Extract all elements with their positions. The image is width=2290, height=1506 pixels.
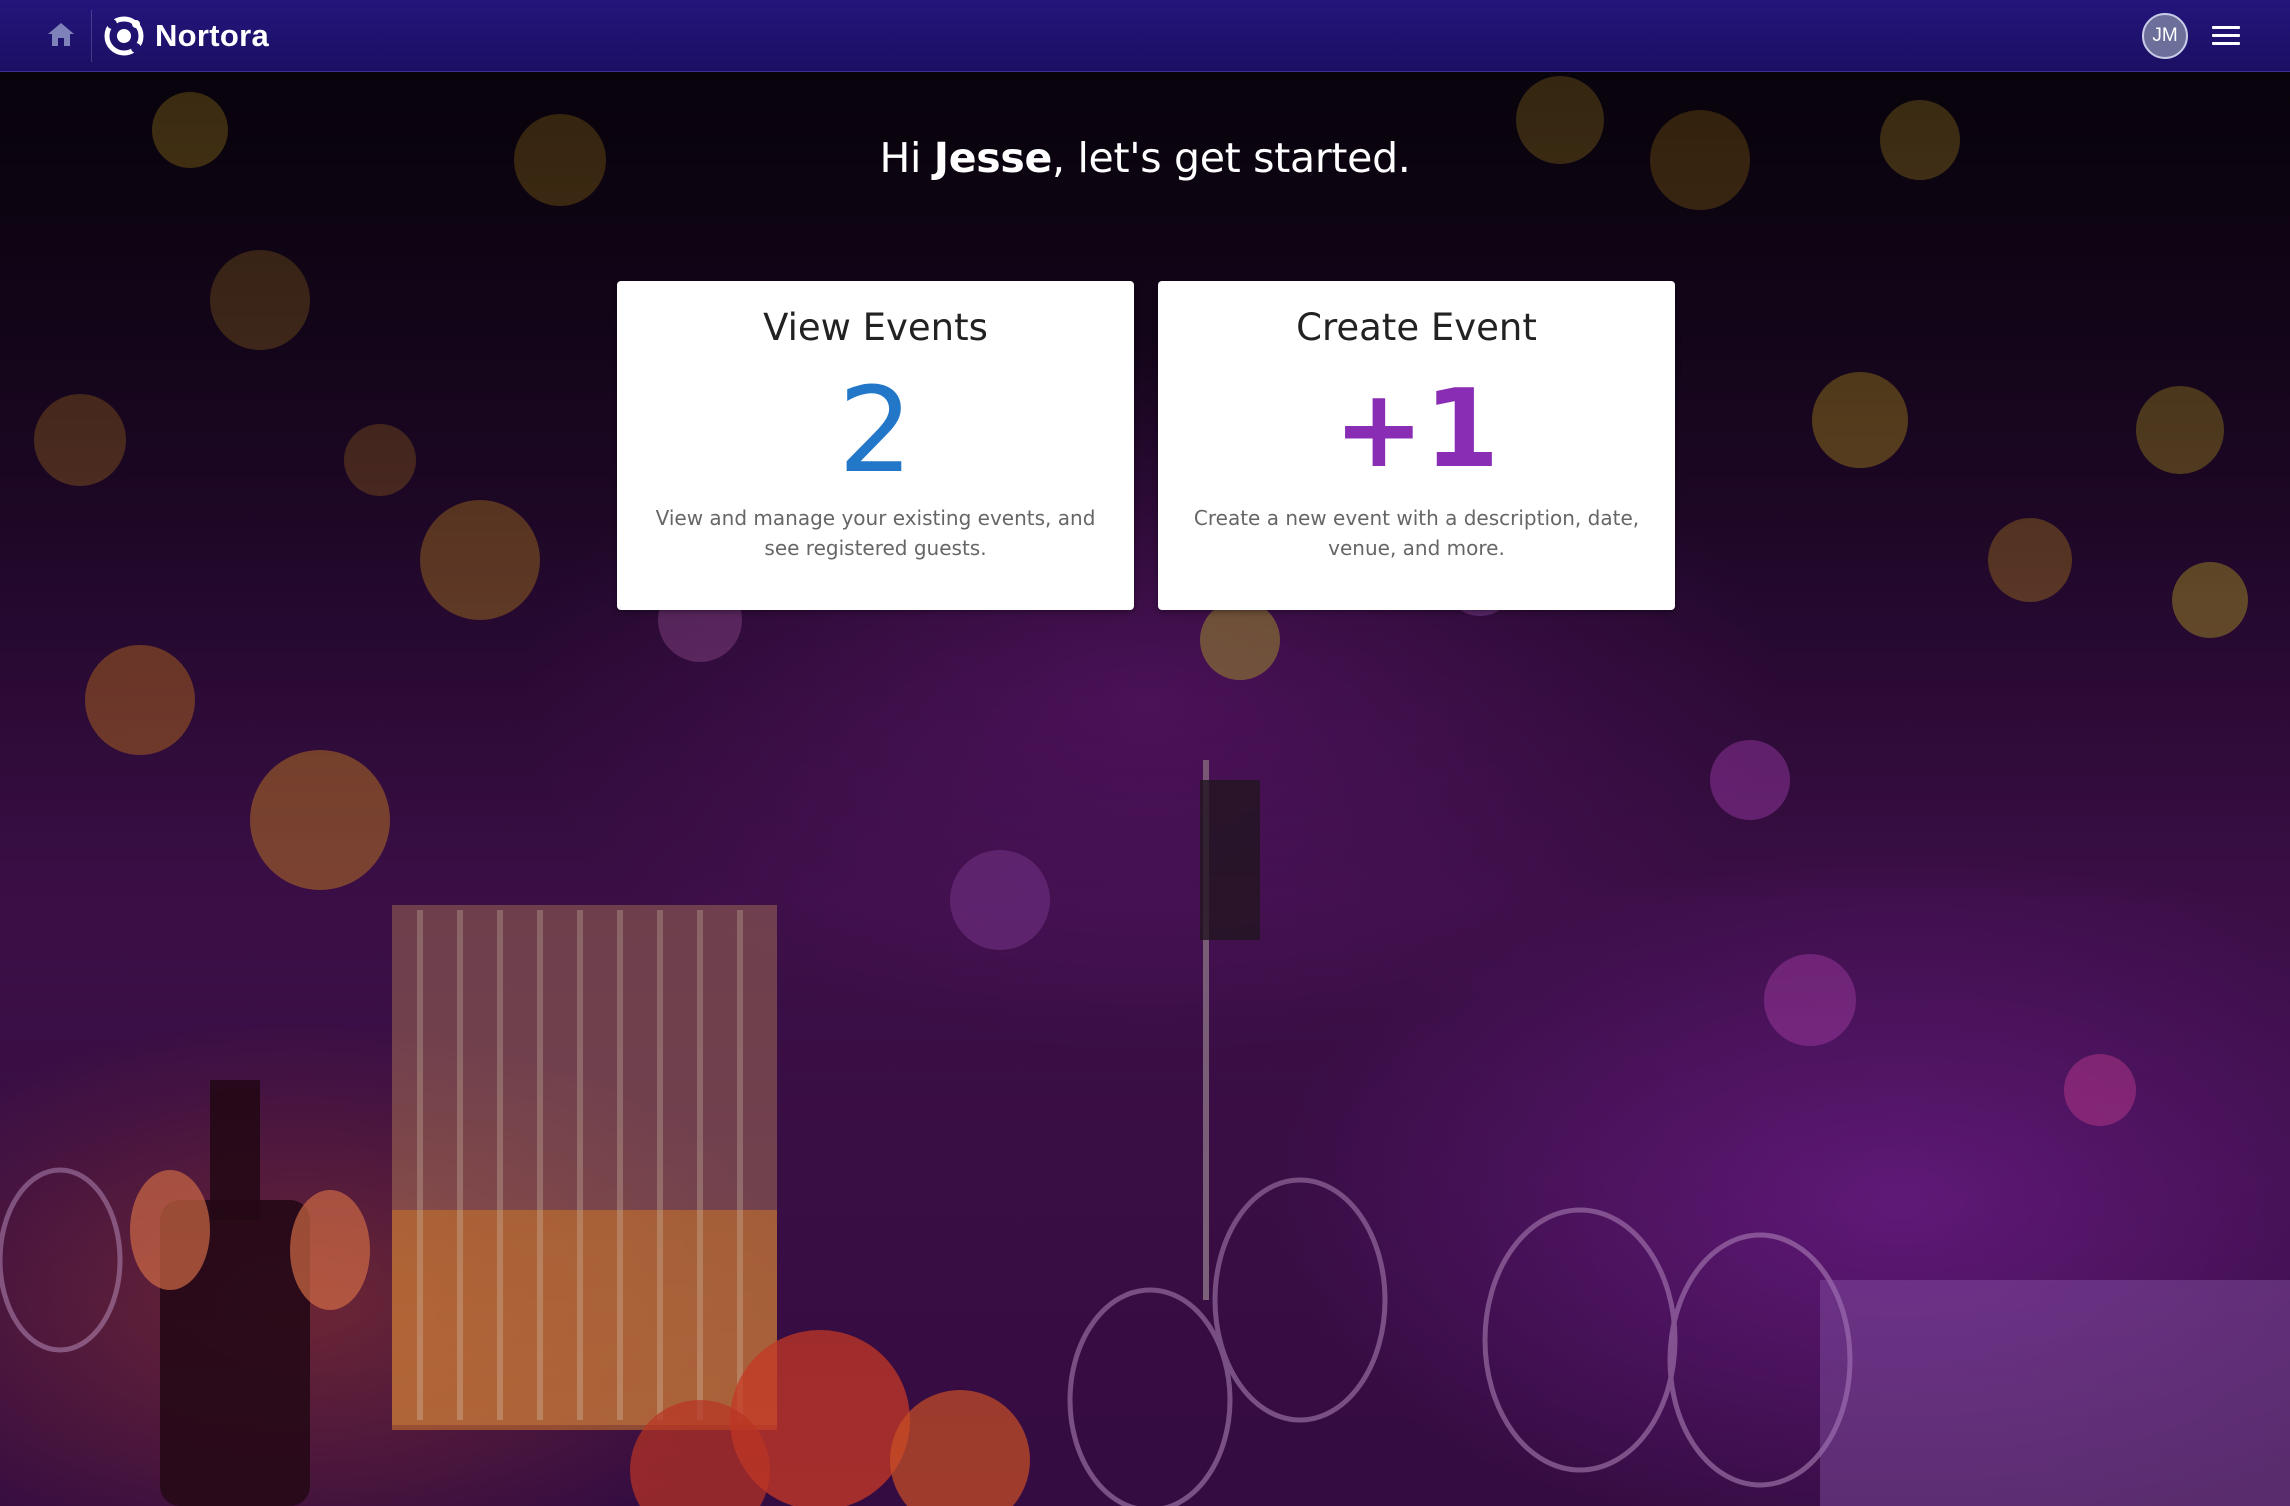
greeting-heading: Hi Jesse, let's get started.	[0, 134, 2290, 182]
navbar-right: JM	[2142, 12, 2242, 59]
greeting-suffix: , let's get started.	[1051, 134, 1411, 182]
greeting-prefix: Hi	[879, 134, 934, 182]
create-event-description: Create a new event with a description, d…	[1193, 506, 1640, 560]
nortora-logo-icon	[104, 16, 144, 56]
brand-link[interactable]: Nortora	[104, 16, 269, 56]
hamburger-menu-icon[interactable]	[2212, 21, 2242, 51]
user-avatar[interactable]: JM	[2142, 12, 2188, 59]
view-events-title: View Events	[763, 306, 988, 349]
create-event-card[interactable]: Create Event +1 Create a new event with …	[1158, 281, 1675, 610]
background-shade	[0, 0, 2290, 1506]
events-count: 2	[837, 361, 914, 499]
create-event-title: Create Event	[1296, 306, 1537, 349]
view-events-description: View and manage your existing events, an…	[655, 506, 1096, 560]
greeting-user-name: Jesse	[933, 134, 1052, 182]
home-icon	[46, 20, 76, 52]
top-navbar: Nortora JM	[0, 0, 2290, 72]
brand-name: Nortora	[155, 17, 270, 53]
view-events-card[interactable]: View Events 2 View and manage your exist…	[617, 281, 1134, 610]
background-image	[0, 0, 2290, 1506]
create-event-plus-one: +1	[1333, 367, 1500, 492]
home-button[interactable]	[31, 9, 92, 62]
